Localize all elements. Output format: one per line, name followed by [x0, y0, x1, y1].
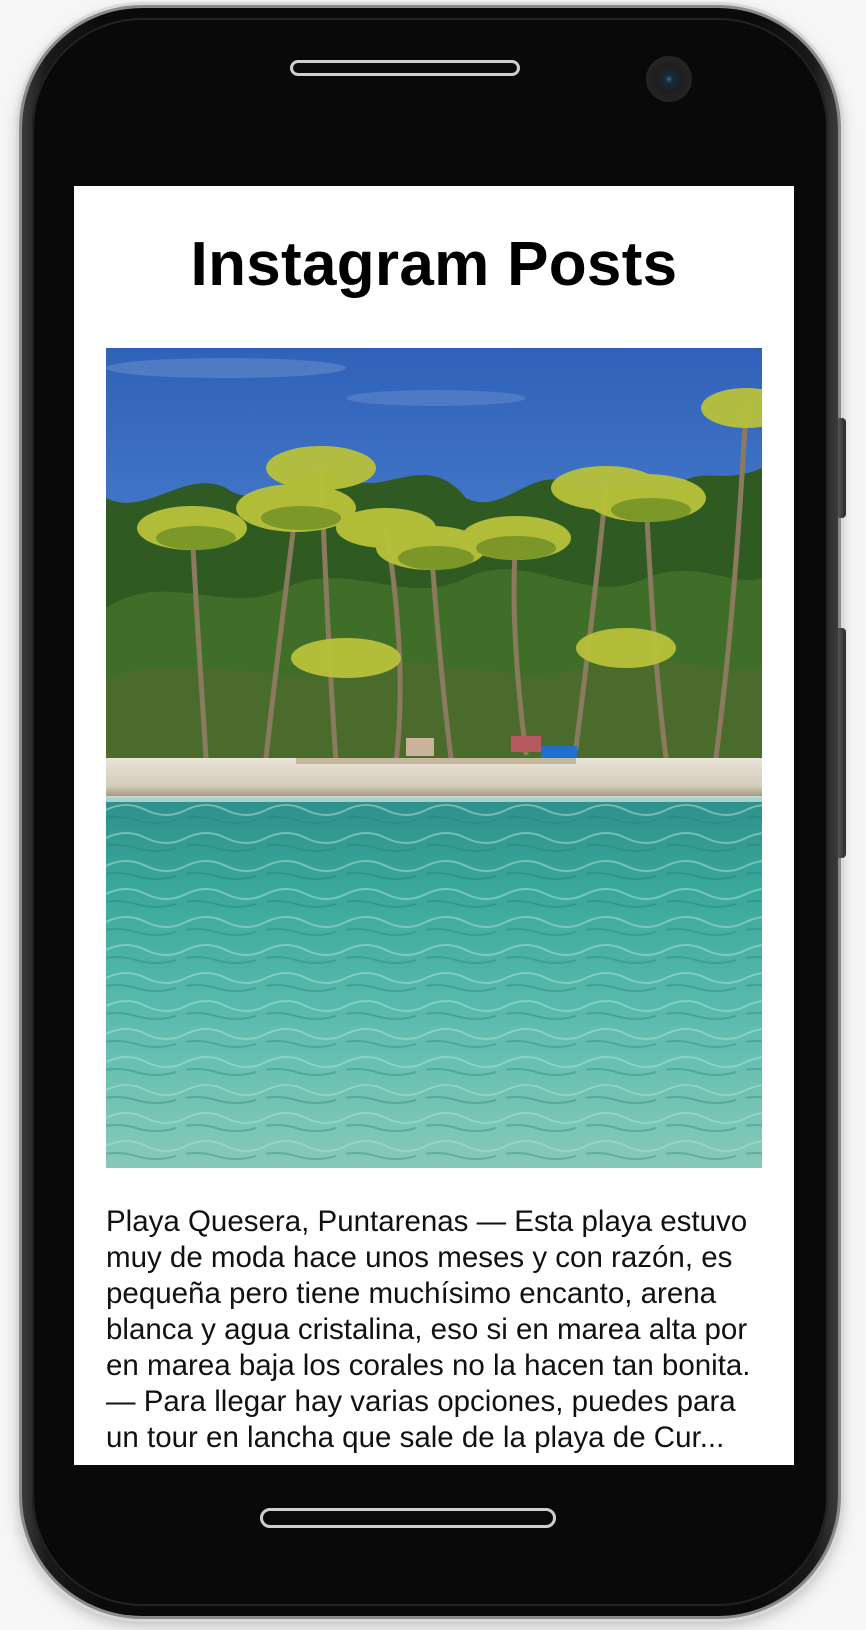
app-screen: Instagram Posts Playa Quesera, Puntarena… — [74, 186, 794, 1465]
power-button — [838, 628, 846, 858]
volume-button — [838, 418, 846, 518]
speaker-grille-icon — [290, 60, 520, 76]
post-image[interactable] — [106, 348, 762, 1168]
home-button-icon[interactable] — [260, 1508, 556, 1528]
post-caption: Playa Quesera, Puntarenas — Esta playa e… — [106, 1205, 751, 1454]
device-scene: Instagram Posts Playa Quesera, Puntarena… — [0, 0, 866, 1630]
front-camera-icon — [646, 56, 692, 102]
page-title: Instagram Posts — [190, 230, 678, 299]
beach-photo — [106, 348, 762, 1168]
